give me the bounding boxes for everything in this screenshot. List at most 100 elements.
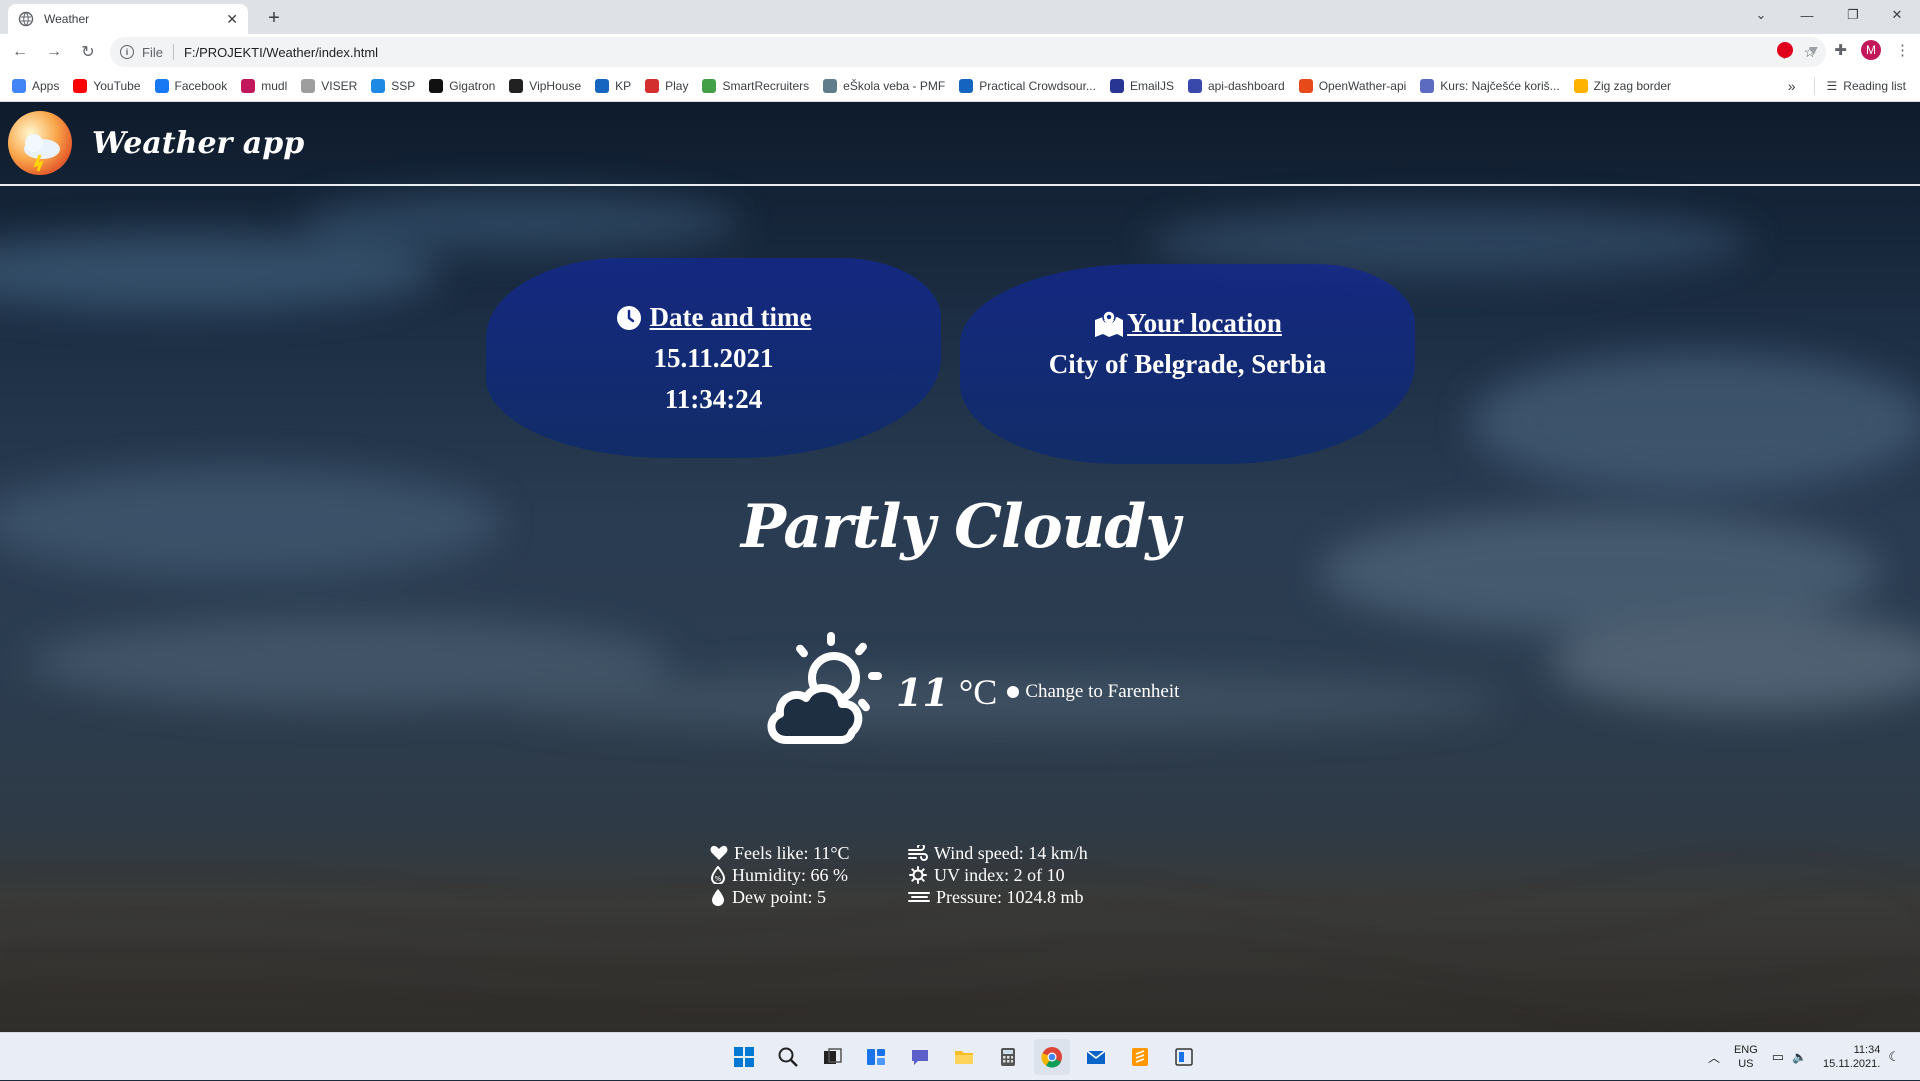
- tab-search-icon[interactable]: ⌄: [1738, 0, 1784, 30]
- globe-icon: [18, 11, 34, 27]
- minimize-icon[interactable]: —: [1784, 0, 1830, 30]
- search-icon[interactable]: [770, 1039, 806, 1075]
- restore-icon[interactable]: ❐: [1830, 0, 1876, 30]
- mail-icon[interactable]: [1078, 1039, 1114, 1075]
- sublime-text-icon[interactable]: [1122, 1039, 1158, 1075]
- opera-extension-icon[interactable]: [1776, 42, 1793, 58]
- reading-list-icon[interactable]: ☰: [1827, 79, 1838, 93]
- language-code: ENG: [1733, 1044, 1758, 1056]
- api-dashboard-icon: [1187, 78, 1202, 93]
- temperature-unit: °C: [958, 672, 998, 712]
- bookmark-label: YouTube: [93, 78, 141, 93]
- file-explorer-icon[interactable]: [946, 1039, 982, 1075]
- bookmark-label: Practical Crowdsour...: [979, 78, 1096, 93]
- svg-text:%: %: [715, 875, 722, 883]
- unit-toggle-label[interactable]: Change to Farenheit: [1025, 681, 1179, 703]
- bookmark-item[interactable]: KP: [595, 78, 632, 93]
- app-logo: [8, 111, 72, 175]
- bookmark-item[interactable]: OpenWather-api: [1298, 78, 1406, 93]
- windows-start-icon[interactable]: [726, 1039, 762, 1075]
- windows-taskbar: ︿ ENG US ▭ 🔈 11:34 15.11.2021. ☾: [0, 1032, 1920, 1080]
- location-title: Your location: [1127, 308, 1282, 338]
- pressure-icon: [908, 892, 930, 902]
- bookmark-item[interactable]: VipHouse: [509, 78, 581, 93]
- volume-icon[interactable]: 🔈: [1792, 1050, 1807, 1064]
- humidity-drop-icon: %: [710, 866, 726, 884]
- bookmark-item[interactable]: Facebook: [154, 78, 227, 93]
- tray-overflow-chevron-icon[interactable]: ︿: [1708, 1049, 1720, 1066]
- profile-avatar[interactable]: M: [1861, 40, 1881, 60]
- page-viewport: Weather app Date and time 15.11.2021 11:…: [0, 102, 1920, 1032]
- browser-tab-title: Weather: [44, 12, 90, 26]
- notifications-moon-icon[interactable]: ☾: [1888, 1049, 1900, 1065]
- viphouse-icon: [509, 78, 524, 93]
- kp-icon: [595, 78, 610, 93]
- bookmark-item[interactable]: eŠkola veba - PMF: [823, 78, 945, 93]
- network-icon[interactable]: ▭: [1772, 1049, 1784, 1065]
- radio-dot-icon[interactable]: [1007, 686, 1020, 698]
- calculator-icon[interactable]: [990, 1039, 1026, 1075]
- system-tray: ︿ ENG US ▭ 🔈 11:34 15.11.2021. ☾: [1708, 1033, 1900, 1081]
- browser-tab-weather[interactable]: Weather ✕: [8, 4, 248, 34]
- widgets-icon[interactable]: [858, 1039, 894, 1075]
- humidity-text: Humidity: 66 %: [732, 865, 848, 885]
- bookmark-item[interactable]: YouTube: [73, 78, 141, 93]
- app-window-icon[interactable]: [1166, 1039, 1202, 1075]
- pressure-text: Pressure: 1024.8 mb: [936, 887, 1084, 907]
- bookmark-item[interactable]: Practical Crowdsour...: [959, 78, 1096, 93]
- bookmark-label: SSP: [391, 78, 416, 93]
- uv-index-text: UV index: 2 of 10: [934, 865, 1065, 885]
- bookmark-item[interactable]: api-dashboard: [1187, 78, 1285, 93]
- heart-icon: [710, 845, 728, 860]
- new-tab-button[interactable]: +: [260, 4, 288, 32]
- app-title: Weather app: [92, 125, 305, 161]
- info-icon[interactable]: i: [120, 45, 134, 59]
- bookmark-item[interactable]: SmartRecruiters: [702, 78, 810, 93]
- partly-cloudy-icon: [767, 632, 882, 744]
- bookmark-item[interactable]: EmailJS: [1109, 78, 1174, 93]
- close-window-icon[interactable]: ✕: [1874, 0, 1920, 30]
- language-indicator[interactable]: ENG US: [1734, 1043, 1758, 1071]
- forward-icon[interactable]: →: [40, 38, 68, 66]
- reload-icon[interactable]: ↻: [74, 38, 102, 66]
- bookmark-label: Play: [665, 78, 689, 93]
- wind-icon: [908, 845, 928, 861]
- bookmark-item[interactable]: Zig zag border: [1573, 78, 1671, 93]
- extensions-puzzle-icon[interactable]: ✚: [1834, 41, 1847, 59]
- close-tab-icon[interactable]: ✕: [226, 11, 238, 28]
- more-bookmarks-chevron[interactable]: »: [1788, 78, 1796, 94]
- feels-like-row: Feels like: 11°C: [710, 842, 850, 864]
- bookmark-label: KP: [615, 78, 632, 93]
- menu-kebab-icon[interactable]: ⋮: [1895, 41, 1910, 59]
- reading-list-label[interactable]: Reading list: [1843, 79, 1906, 93]
- facebook-icon: [154, 78, 169, 93]
- location-name: City of Belgrade, Serbia: [1048, 349, 1327, 379]
- bookmark-item[interactable]: Apps: [12, 78, 59, 93]
- details-left-column: Feels like: 11°C % Humidity: 66 % Dew po…: [710, 842, 850, 908]
- address-bar[interactable]: i File F:/PROJEKTI/Weather/index.html ⚲ …: [110, 37, 1826, 67]
- bookmark-item[interactable]: SSP: [371, 78, 416, 93]
- wind-speed-row: Wind speed: 14 km/h: [908, 842, 1088, 864]
- vpn-extension-icon[interactable]: ▼: [1807, 42, 1821, 58]
- date-time-title-row: Date and time: [486, 302, 941, 333]
- viser-icon: [301, 78, 316, 93]
- bookmark-item[interactable]: mudl: [241, 78, 287, 93]
- task-view-icon[interactable]: [814, 1039, 850, 1075]
- teams-chat-icon[interactable]: [902, 1039, 938, 1075]
- bookmark-item[interactable]: Play: [645, 78, 689, 93]
- bookmark-item[interactable]: VISER: [301, 78, 357, 93]
- bookmark-item[interactable]: Kurs: Najčešće koriš...: [1420, 78, 1560, 93]
- bookmark-label: SmartRecruiters: [722, 78, 810, 93]
- clock-icon: [616, 305, 641, 330]
- chrome-icon[interactable]: [1034, 1039, 1070, 1075]
- url-text[interactable]: F:/PROJEKTI/Weather/index.html: [184, 45, 378, 60]
- mudl-icon: [241, 78, 256, 93]
- unit-toggle-button[interactable]: Change to Farenheit: [1007, 681, 1179, 703]
- map-location-icon: [1095, 309, 1124, 337]
- bookmark-item[interactable]: Gigatron: [429, 78, 495, 93]
- practical-icon: [959, 78, 974, 93]
- taskbar-clock[interactable]: 11:34 15.11.2021.: [1823, 1043, 1880, 1071]
- back-icon[interactable]: ←: [6, 38, 34, 66]
- pressure-row: Pressure: 1024.8 mb: [908, 886, 1088, 908]
- location-card: Your location City of Belgrade, Serbia: [960, 264, 1415, 464]
